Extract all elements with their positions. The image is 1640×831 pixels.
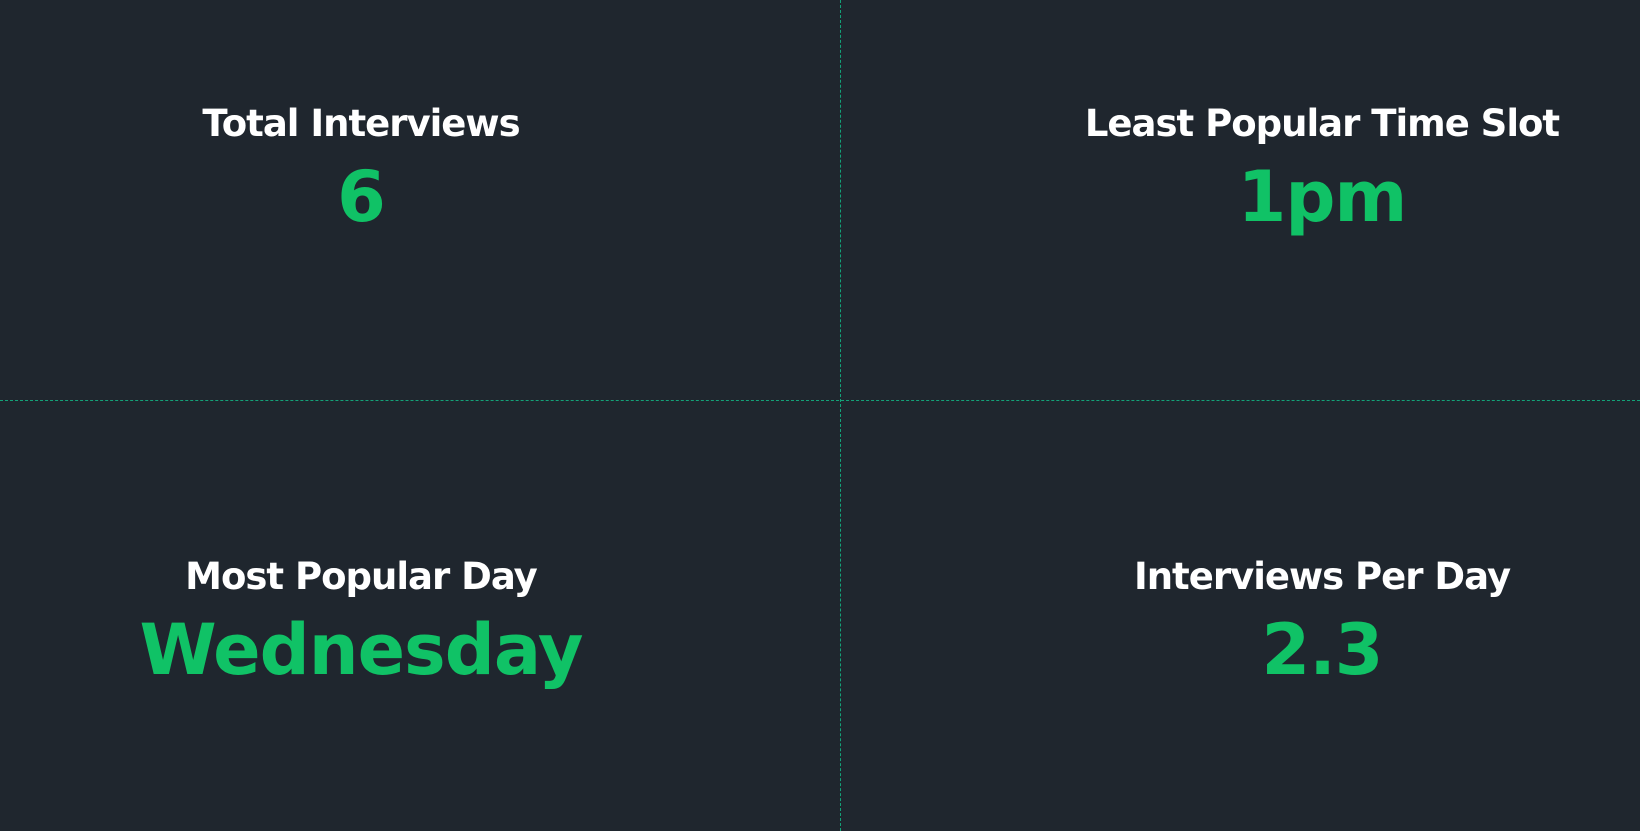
stat-value: 2.3	[1261, 609, 1383, 691]
stat-label: Interviews Per Day	[1133, 555, 1511, 598]
stat-card-total-interviews: Total Interviews 6	[0, 105, 722, 232]
stat-card-most-popular-day: Most Popular Day Wednesday	[0, 558, 722, 685]
stat-value: 6	[337, 156, 386, 238]
stat-card-interviews-per-day: Interviews Per Day 2.3	[1004, 558, 1640, 685]
horizontal-divider	[0, 400, 1640, 401]
stat-label: Least Popular Time Slot	[1084, 102, 1560, 145]
stat-value: Wednesday	[139, 609, 583, 691]
vertical-divider	[840, 0, 841, 831]
stat-value: 1pm	[1237, 156, 1408, 238]
stat-card-least-popular-time-slot: Least Popular Time Slot 1pm	[1004, 105, 1640, 232]
stat-label: Total Interviews	[202, 102, 520, 145]
stats-dashboard: Total Interviews 6 Least Popular Time Sl…	[0, 0, 1640, 831]
stat-label: Most Popular Day	[185, 555, 538, 598]
